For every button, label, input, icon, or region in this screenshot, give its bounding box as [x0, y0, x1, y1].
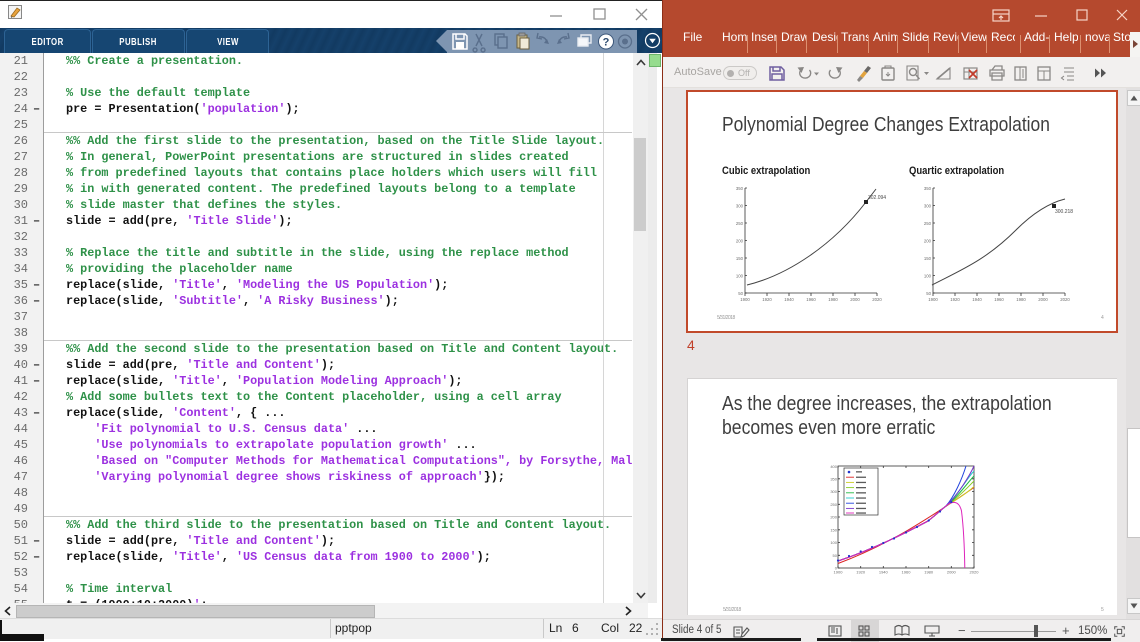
svg-text:1960: 1960 [902, 570, 912, 575]
svg-text:302.094: 302.094 [868, 195, 886, 201]
svg-text:2000: 2000 [1038, 297, 1048, 302]
svg-text:1920: 1920 [856, 570, 866, 575]
svg-text:300.218: 300.218 [1055, 209, 1073, 215]
svg-text:1900: 1900 [740, 297, 750, 302]
svg-text:1940: 1940 [784, 297, 794, 302]
svg-text:1960: 1960 [806, 297, 816, 302]
svg-text:50: 50 [833, 553, 838, 558]
svg-text:2020: 2020 [872, 297, 882, 302]
svg-text:1980: 1980 [924, 570, 934, 575]
svg-text:1900: 1900 [928, 297, 938, 302]
svg-text:1960: 1960 [994, 297, 1004, 302]
svg-text:350: 350 [830, 476, 837, 481]
svg-text:2020: 2020 [970, 570, 980, 575]
svg-text:300: 300 [830, 489, 837, 494]
svg-text:250: 250 [924, 221, 932, 226]
svg-text:250: 250 [830, 502, 837, 507]
svg-text:100: 100 [736, 274, 744, 279]
svg-text:200: 200 [736, 239, 744, 244]
svg-text:300: 300 [924, 204, 932, 209]
svg-text:1980: 1980 [1016, 297, 1026, 302]
svg-text:200: 200 [924, 239, 932, 244]
svg-text:350: 350 [736, 186, 744, 191]
svg-text:1980: 1980 [828, 297, 838, 302]
svg-text:200: 200 [830, 515, 837, 520]
svg-text:150: 150 [924, 256, 932, 261]
svg-text:2000: 2000 [947, 570, 957, 575]
svg-text:1940: 1940 [879, 570, 889, 575]
svg-text:150: 150 [830, 527, 837, 532]
svg-text:1920: 1920 [950, 297, 960, 302]
svg-text:400: 400 [830, 464, 837, 469]
svg-text:100: 100 [924, 274, 932, 279]
svg-text:1900: 1900 [834, 570, 844, 575]
svg-text:1940: 1940 [972, 297, 982, 302]
svg-text:1920: 1920 [762, 297, 772, 302]
svg-text:50: 50 [926, 291, 931, 296]
svg-text:2020: 2020 [1060, 297, 1070, 302]
svg-text:300: 300 [736, 204, 744, 209]
svg-text:350: 350 [924, 186, 932, 191]
svg-text:50: 50 [738, 291, 743, 296]
svg-text:250: 250 [736, 221, 744, 226]
svg-text:2000: 2000 [850, 297, 860, 302]
svg-text:150: 150 [736, 256, 744, 261]
svg-text:100: 100 [830, 540, 837, 545]
svg-text:?: ? [603, 37, 610, 49]
